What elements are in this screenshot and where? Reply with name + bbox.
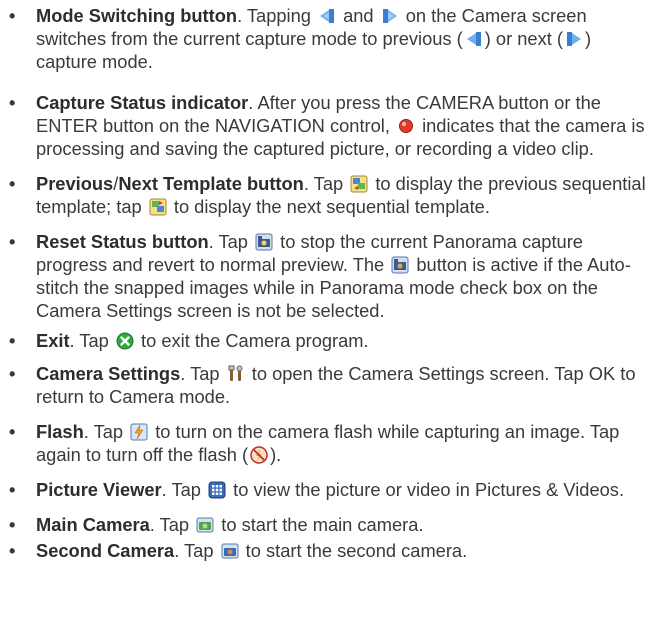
list-item-mode-switching: • Mode Switching button. Tapping and on … <box>0 4 657 73</box>
list-item-camera-settings: • Camera Settings. Tap to open the Camer… <box>0 362 657 408</box>
bullet: • <box>9 330 16 351</box>
main-camera-icon <box>196 516 214 534</box>
bullet: • <box>9 363 16 384</box>
picture-viewer-icon <box>208 481 226 499</box>
bullet: • <box>9 92 16 113</box>
item-text: . Tap <box>180 363 225 384</box>
item-title: Camera Settings <box>36 363 181 384</box>
reset-status-icon <box>255 233 273 251</box>
item-title: Mode Switching button <box>36 5 238 26</box>
bullet: • <box>9 231 16 252</box>
settings-tools-icon <box>227 365 245 383</box>
feature-list: • Mode Switching button. Tapping and on … <box>0 0 657 562</box>
mode-right-arrow-icon <box>565 30 583 48</box>
next-template-icon <box>149 198 167 216</box>
item-title: Exit <box>36 330 70 351</box>
bullet: • <box>9 421 16 442</box>
mode-left-arrow-icon <box>318 7 336 25</box>
item-text: to start the main camera. <box>216 514 424 535</box>
item-text: ). <box>270 444 282 465</box>
flash-on-icon <box>130 423 148 441</box>
flash-off-icon <box>250 446 268 464</box>
list-item-capture-status: • Capture Status indicator. After you pr… <box>0 91 657 160</box>
item-title: Picture Viewer <box>36 479 162 500</box>
item-text: . Tap <box>83 421 129 442</box>
previous-template-icon <box>350 175 368 193</box>
red-dot-icon <box>397 117 415 135</box>
mode-right-arrow-icon <box>381 7 399 25</box>
item-text: to view the picture or video in Pictures… <box>228 479 625 500</box>
item-title: Flash <box>36 421 84 442</box>
exit-icon <box>116 332 134 350</box>
item-text: . Tap <box>149 514 195 535</box>
item-text: . Tap <box>208 231 254 252</box>
item-title: Second Camera <box>36 540 175 561</box>
item-title: Next Template button <box>118 173 304 194</box>
item-text: . Tap <box>174 540 219 561</box>
reset-status-icon <box>391 256 409 274</box>
item-title: Previous <box>36 173 114 194</box>
list-item-second-camera: • Second Camera. Tap to start the second… <box>0 539 657 562</box>
list-item-reset-status: • Reset Status button. Tap to stop the c… <box>0 230 657 322</box>
item-text: . Tapping <box>237 5 317 26</box>
item-text: . Tap <box>303 173 349 194</box>
bullet: • <box>9 479 16 500</box>
bullet: • <box>9 5 16 26</box>
item-title: Reset Status button <box>36 231 209 252</box>
bullet: • <box>9 173 16 194</box>
list-item-template-buttons: • Previous/Next Template button. Tap to … <box>0 172 657 218</box>
list-item-main-camera: • Main Camera. Tap to start the main cam… <box>0 513 657 536</box>
list-item-picture-viewer: • Picture Viewer. Tap to view the pictur… <box>0 478 657 501</box>
item-text: to start the second camera. <box>240 540 468 561</box>
item-text: ) or next ( <box>484 28 563 49</box>
list-item-exit: • Exit. Tap to exit the Camera program. <box>0 329 657 352</box>
item-text: and <box>338 5 379 26</box>
item-title: Capture Status indicator <box>36 92 249 113</box>
mode-left-arrow-icon <box>465 30 483 48</box>
list-item-flash: • Flash. Tap to turn on the camera flash… <box>0 420 657 466</box>
item-text: . Tap <box>69 330 114 351</box>
item-title: Main Camera <box>36 514 150 535</box>
item-text: to display the next sequential template. <box>168 196 490 217</box>
item-text: to exit the Camera program. <box>135 330 369 351</box>
bullet: • <box>9 514 16 535</box>
item-text: . Tap <box>161 479 207 500</box>
bullet: • <box>9 540 16 561</box>
second-camera-icon <box>221 542 239 560</box>
